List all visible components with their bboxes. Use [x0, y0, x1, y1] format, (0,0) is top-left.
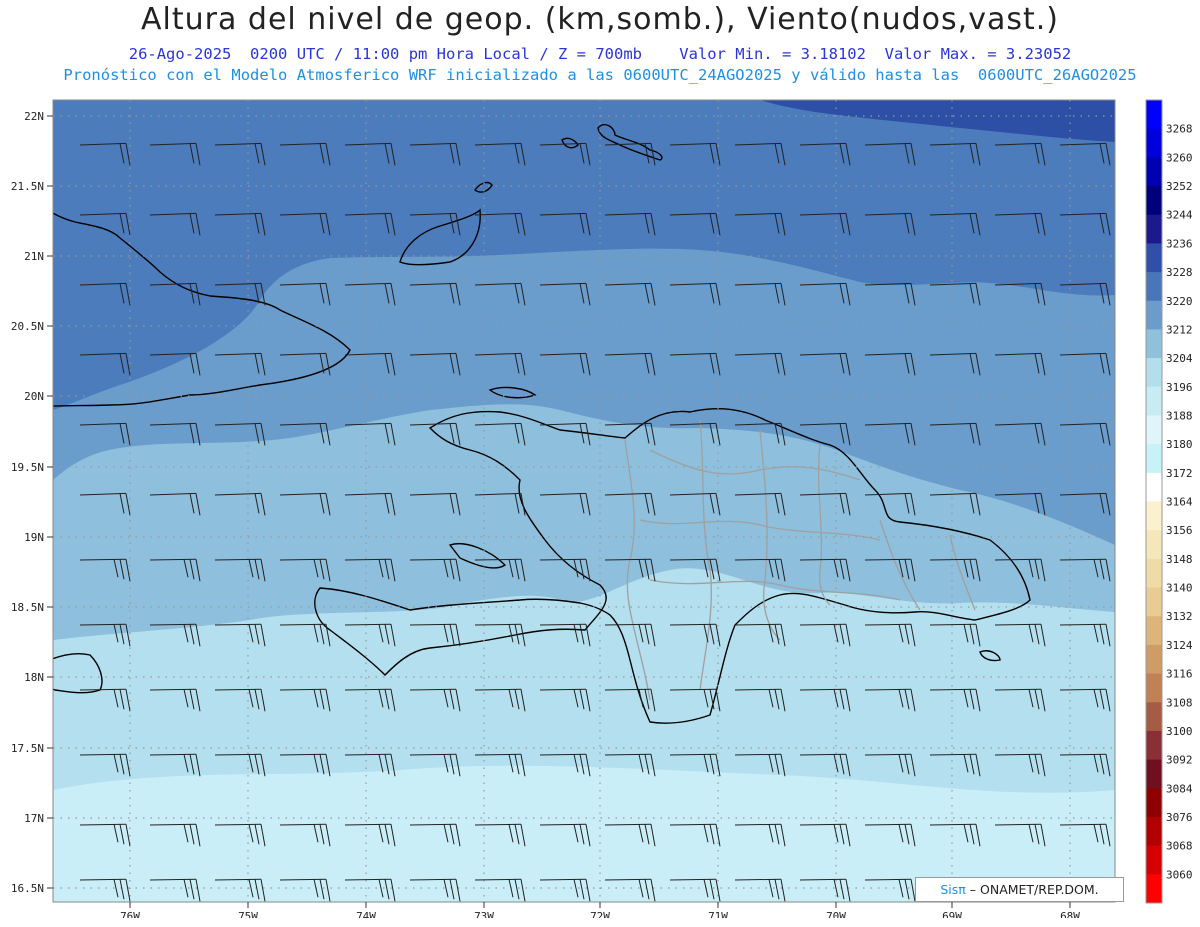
colorbar-swatch [1146, 272, 1162, 302]
colorbar-level-label: 3148 [1166, 553, 1193, 566]
colorbar-swatch [1146, 759, 1162, 789]
lon-label: 68W [1060, 910, 1080, 918]
lon-label: 76W [120, 910, 140, 918]
credit-text: ONAMET/REP.DOM. [980, 882, 1099, 897]
colorbar-swatch [1146, 845, 1162, 875]
lon-label: 75W [238, 910, 258, 918]
lon-label: 69W [942, 910, 962, 918]
colorbar-swatch [1146, 587, 1162, 617]
colorbar-swatch [1146, 788, 1162, 818]
colorbar-swatch [1146, 300, 1162, 330]
map-title: Altura del nivel de geop. (km,somb.), Vi… [141, 2, 1059, 37]
lat-label: 18N [24, 671, 44, 684]
colorbar-swatch [1146, 816, 1162, 847]
colorbar-level-label: 3100 [1166, 725, 1193, 738]
colorbar-swatch [1146, 644, 1162, 675]
colorbar-swatch [1146, 186, 1162, 216]
colorbar-level-label: 3164 [1166, 496, 1193, 509]
colorbar-level-label: 3188 [1166, 409, 1193, 422]
colorbar-level-label: 3092 [1166, 754, 1193, 767]
lat-label: 18.5N [11, 601, 44, 614]
colorbar: 3268 3260 3252 3244 3236 3228 3220 3212 3204 3196… [1145, 99, 1193, 904]
geopotential-map: 22N 21.5N 21N 20.5N 20N 19.5N 19N 18.5N … [11, 99, 1193, 918]
lat-label: 17.5N [11, 742, 44, 755]
colorbar-swatch [1146, 386, 1162, 416]
colorbar-level-label: 3084 [1166, 782, 1193, 795]
lat-label: 19N [24, 531, 44, 544]
colorbar-swatch [1146, 673, 1162, 703]
colorbar-level-label: 3180 [1166, 438, 1193, 451]
colorbar-level-label: 3268 [1166, 123, 1193, 136]
colorbar-swatch [1146, 415, 1162, 445]
colorbar-level-label: 3260 [1166, 151, 1193, 164]
colorbar-level-label: 3252 [1166, 180, 1193, 193]
lat-label: 19.5N [11, 461, 44, 474]
lat-label: 21N [24, 250, 44, 263]
colorbar-level-label: 3244 [1166, 209, 1193, 222]
colorbar-swatch [1146, 157, 1162, 187]
colorbar-swatch [1146, 214, 1162, 244]
colorbar-swatch [1146, 874, 1162, 904]
lat-label: 21.5N [11, 180, 44, 193]
colorbar-level-label: 3068 [1166, 840, 1193, 853]
forecast-time-line: 26-Ago-2025 0200 UTC / 11:00 pm Hora Loc… [128, 45, 1072, 63]
colorbar-level-label: 3060 [1166, 868, 1193, 881]
colorbar-swatch [1146, 358, 1162, 388]
colorbar-level-label: 3124 [1166, 639, 1193, 652]
latitude-labels: 22N 21.5N 21N 20.5N 20N 19.5N 19N 18.5N … [11, 110, 44, 895]
colorbar-swatch [1146, 501, 1162, 531]
colorbar-swatch [1146, 702, 1162, 732]
lat-label: 22N [24, 110, 44, 123]
colorbar-level-label: 3116 [1166, 668, 1193, 681]
lon-label: 73W [474, 910, 494, 918]
colorbar-swatch [1146, 329, 1162, 359]
colorbar-level-label: 3236 [1166, 237, 1193, 250]
colorbar-level-label: 3108 [1166, 696, 1193, 709]
lon-label: 72W [590, 910, 610, 918]
colorbar-level-label: 3172 [1166, 467, 1193, 480]
lat-label: 20N [24, 390, 44, 403]
colorbar-level-label: 3204 [1166, 352, 1193, 365]
height-field [53, 100, 1115, 902]
colorbar-level-label: 3132 [1166, 610, 1193, 623]
colorbar-level-label: 3140 [1166, 582, 1193, 595]
colorbar-swatch [1146, 616, 1162, 646]
credit-box: Sisπ – ONAMET/REP.DOM. [915, 877, 1124, 902]
colorbar-level-label: 3196 [1166, 381, 1193, 394]
lon-label: 74W [356, 910, 376, 918]
colorbar-level-label: 3076 [1166, 811, 1193, 824]
lat-label: 16.5N [11, 882, 44, 895]
colorbar-swatch [1146, 100, 1162, 130]
colorbar-swatch [1146, 243, 1162, 273]
lon-label: 71W [708, 910, 728, 918]
colorbar-level-label: 3156 [1166, 524, 1193, 537]
colorbar-swatch [1146, 128, 1162, 158]
lat-label: 17N [24, 812, 44, 825]
colorbar-swatch [1146, 558, 1162, 589]
colorbar-swatch [1146, 730, 1162, 761]
lat-label: 20.5N [11, 320, 44, 333]
colorbar-level-label: 3220 [1166, 295, 1193, 308]
sispi-logo: Sisπ [940, 882, 966, 897]
colorbar-level-label: 3212 [1166, 323, 1193, 336]
colorbar-swatch [1146, 530, 1162, 560]
colorbar-swatch [1146, 472, 1162, 502]
lon-label: 70W [826, 910, 846, 918]
colorbar-swatch [1146, 444, 1162, 474]
colorbar-level-label: 3228 [1166, 266, 1193, 279]
longitude-labels: 76W 75W 74W 73W 72W 71W 70W 69W 68W [120, 910, 1080, 918]
model-info-line: Pronóstico con el Modelo Atmosferico WRF… [63, 66, 1137, 84]
